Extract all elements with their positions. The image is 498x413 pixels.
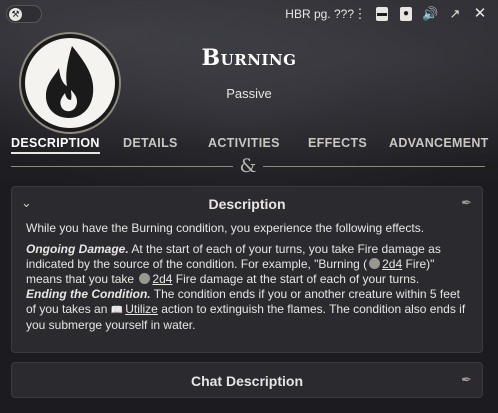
document-icon[interactable]: ▬ xyxy=(376,7,388,21)
speaker-icon[interactable]: 🔊 xyxy=(422,6,438,22)
tab-description[interactable]: DESCRIPTION xyxy=(11,136,100,154)
wrench-icon: ⚒ xyxy=(9,8,22,21)
ampersand-ornament: & xyxy=(239,155,257,177)
d20-icon xyxy=(139,273,151,284)
feather-edit-icon[interactable]: ✒ xyxy=(461,372,472,388)
edit-mode-toggle[interactable]: ⚒ xyxy=(6,5,42,23)
ending-condition-label: Ending the Condition. xyxy=(26,287,151,301)
window-toolbar: ⚒ HBR pg. ??? ⋮ ▬ ● 🔊 ↗ ✕ xyxy=(0,0,498,28)
item-type-label: Passive xyxy=(226,86,272,101)
chat-description-header[interactable]: Chat Description ✒ xyxy=(12,363,482,395)
utilize-action-link[interactable]: Utilize xyxy=(125,302,158,316)
divider-left xyxy=(11,166,233,167)
divider-right xyxy=(263,166,485,167)
book-icon: 📖 xyxy=(110,305,124,316)
token-icon[interactable]: ● xyxy=(400,7,412,21)
close-icon[interactable]: ✕ xyxy=(472,6,488,22)
damage-roll-link-2[interactable]: 2d4 xyxy=(152,272,172,286)
page-title[interactable]: Burning xyxy=(140,45,358,71)
kebab-menu-icon[interactable]: ⋮ xyxy=(352,6,368,22)
chat-description-card: Chat Description ✒ xyxy=(11,362,483,398)
item-portrait[interactable] xyxy=(21,34,119,132)
d20-icon xyxy=(369,258,381,269)
damage-roll-link-1[interactable]: 2d4 xyxy=(382,257,402,271)
description-card: ⌄ Description ✒ While you have the Burni… xyxy=(11,186,483,353)
ongoing-damage-paragraph: Ongoing Damage. At the start of each of … xyxy=(26,242,468,287)
feather-edit-icon[interactable]: ✒ xyxy=(461,195,472,211)
description-intro: While you have the Burning condition, yo… xyxy=(26,221,425,235)
ongoing-damage-label: Ongoing Damage. xyxy=(26,242,129,256)
ending-condition-paragraph: Ending the Condition. The condition ends… xyxy=(26,287,468,333)
description-text: While you have the Burning condition, yo… xyxy=(12,219,482,345)
tab-activities[interactable]: ACTIVITIES xyxy=(208,136,280,150)
description-card-header[interactable]: ⌄ Description ✒ xyxy=(12,187,482,219)
chat-description-title: Chat Description xyxy=(190,373,303,389)
tab-details[interactable]: DETAILS xyxy=(123,136,178,150)
external-link-icon[interactable]: ↗ xyxy=(447,6,463,22)
flame-icon xyxy=(45,46,94,118)
sheet-tabs: DESCRIPTION DETAILS ACTIVITIES EFFECTS A… xyxy=(0,136,498,156)
description-card-title: Description xyxy=(208,196,286,212)
source-reference[interactable]: HBR pg. ??? xyxy=(285,7,354,21)
tab-advancement[interactable]: ADVANCEMENT xyxy=(389,136,489,150)
ongoing-damage-text-3: Fire damage at the start of each of your… xyxy=(172,272,420,286)
tab-effects[interactable]: EFFECTS xyxy=(308,136,367,150)
